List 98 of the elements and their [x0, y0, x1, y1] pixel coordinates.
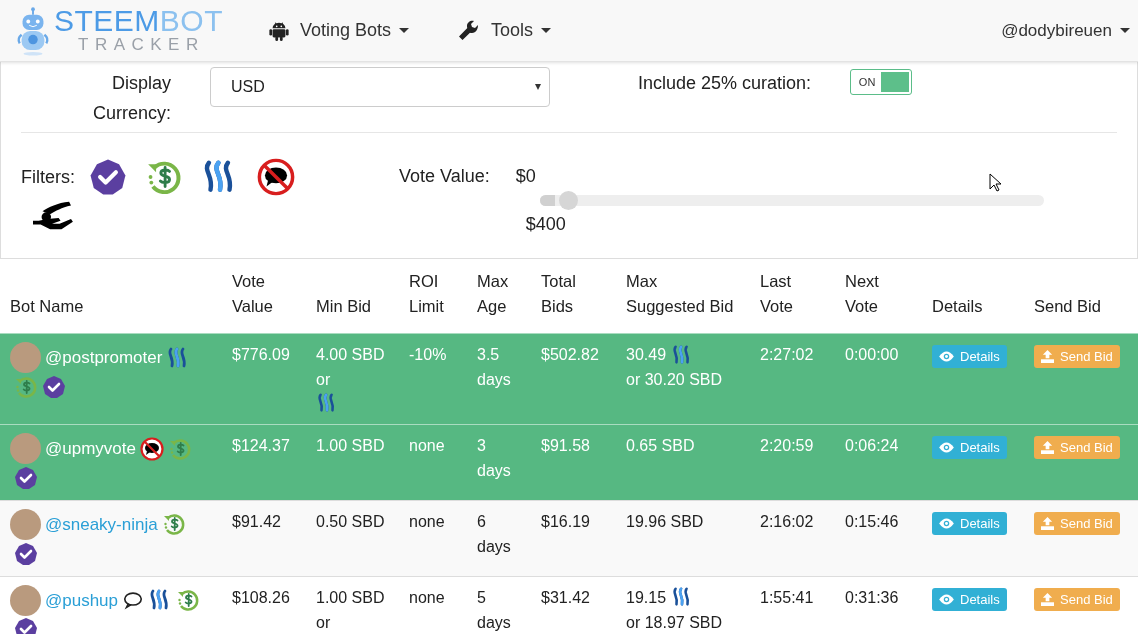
upload-icon	[1041, 592, 1054, 606]
table-cell-text: none	[409, 512, 445, 530]
speech-bubble-icon	[122, 589, 145, 612]
column-header: Bot Name	[0, 259, 222, 334]
dollar-refund-icon	[14, 374, 38, 399]
column-header: ROI Limit	[399, 259, 467, 334]
bot-name-link[interactable]: @postpromoter	[45, 348, 163, 367]
table-cell-text: $91.58	[541, 437, 590, 454]
column-header: Total Bids	[531, 259, 616, 334]
table-cell-text: 1.00 SBD	[316, 436, 385, 456]
table-cell-text: 0:15:46	[845, 512, 899, 530]
avatar-circle	[10, 508, 41, 540]
no-comment-icon	[139, 436, 164, 461]
logo-subtitle: TRACKER	[78, 34, 206, 55]
mouse-pointer-icon	[989, 173, 1001, 192]
caret-icon	[399, 28, 410, 33]
column-header: Max Age	[467, 259, 531, 334]
table-cell-text: $502.82	[541, 346, 599, 363]
verified-badge-icon	[42, 374, 66, 399]
table-cell-text: none	[409, 437, 445, 454]
table-cell-text: 5 days	[477, 588, 511, 631]
table-cell-text: or 30.20 SBD	[626, 370, 723, 390]
dollar-refund-icon	[167, 436, 192, 461]
send-bid-button[interactable]: Send Bid	[1034, 436, 1120, 459]
table-cell-text: $108.26	[232, 588, 290, 606]
table-cell-text: $124.37	[232, 437, 290, 454]
column-header: Last Vote	[750, 259, 835, 334]
column-header: Max Suggested Bid	[616, 259, 750, 334]
bot-name-link[interactable]: @upmyvote	[45, 439, 136, 458]
column-header: Min Bid	[306, 259, 399, 334]
caret-icon	[541, 28, 552, 33]
send-bid-button[interactable]: Send Bid	[1034, 511, 1120, 535]
upload-icon	[1041, 441, 1054, 454]
field-label: Display Currency:	[91, 72, 171, 125]
table-cell-text: $91.42	[232, 512, 281, 530]
avatar-circle	[10, 342, 41, 373]
range-max-label: $400	[525, 214, 566, 235]
caret-icon	[1120, 28, 1130, 33]
table-cell-text: 0.65 SBD	[626, 436, 695, 456]
upload-icon	[1041, 350, 1054, 363]
avatar-circle	[10, 584, 41, 616]
nav-menu[interactable]: Voting Bots	[268, 18, 410, 43]
table-cell-text: $31.42	[541, 588, 590, 606]
send-bid-button[interactable]: Send Bid	[1034, 345, 1120, 368]
table-cell-text: 1.00 SBD or	[316, 587, 386, 633]
table-cell-text: 4.00 SBD or	[316, 345, 386, 390]
eye-icon	[939, 351, 954, 362]
table-cell-text: 2:20:59	[760, 437, 814, 454]
table-cell-text: 0.50 SBD	[316, 511, 385, 532]
table-cell-text: 3.5 days	[477, 346, 511, 388]
user-menu[interactable]: @dodybireuen	[1001, 20, 1130, 41]
dollar-refund-icon	[176, 588, 201, 613]
column-header: Next Vote	[835, 259, 922, 334]
table-cell-text: -10%	[409, 346, 447, 363]
table-cell-text: 0:31:36	[845, 588, 899, 606]
bot-name-link[interactable]: @pushup	[45, 590, 119, 610]
logo-title: STEEMBOT	[54, 6, 224, 35]
dollar-refund-icon	[161, 512, 186, 537]
table-cell-text: none	[409, 588, 445, 606]
verified-badge-icon[interactable]	[89, 158, 127, 196]
column-header: Vote Value	[222, 259, 306, 334]
column-header: Details	[922, 259, 1024, 334]
eye-icon	[939, 442, 954, 453]
table-cell-text: 3 days	[477, 437, 511, 479]
table-cell-text: 0:00:00	[845, 346, 899, 363]
bot-name-link[interactable]: @sneaky-ninja	[45, 514, 158, 534]
eye-icon	[939, 593, 954, 605]
details-button[interactable]: Details	[932, 345, 1007, 368]
verified-badge-icon	[14, 465, 38, 490]
range-min-label: $0	[515, 166, 536, 187]
table-cell-text: 19.96 SBD	[626, 511, 704, 532]
table-cell-text: $776.09	[232, 346, 290, 363]
table-cell-text: $16.19	[541, 512, 590, 530]
toggle-switch[interactable]: ON	[850, 69, 913, 95]
nav-menu[interactable]: Tools	[457, 18, 552, 43]
currency-dropdown[interactable]: USD	[210, 67, 550, 107]
upload-icon	[1041, 516, 1054, 530]
field-label: Include 25% curation:	[638, 72, 812, 95]
table-cell-text: 2:16:02	[760, 512, 814, 530]
table-cell-text: 2:27:02	[760, 346, 814, 363]
table-cell-text: 1:55:41	[760, 588, 814, 606]
verified-badge-icon	[14, 541, 38, 566]
details-button[interactable]: Details	[932, 587, 1007, 611]
details-button[interactable]: Details	[932, 436, 1007, 459]
field-label: Vote Value:	[399, 166, 490, 187]
send-bid-button[interactable]: Send Bid	[1034, 587, 1120, 611]
table-cell-text: 30.49	[626, 345, 667, 365]
table-cell-text: 6 days	[477, 512, 511, 555]
column-header: Send Bid	[1024, 259, 1138, 334]
slider-handle[interactable]	[558, 191, 578, 210]
filters-label: Filters:	[21, 166, 75, 188]
table-cell-text: 19.15	[626, 587, 667, 608]
table-cell-text: or 18.97 SBD	[626, 612, 723, 633]
eye-icon	[939, 517, 954, 529]
no-comment-icon[interactable]	[257, 158, 295, 196]
table-cell-text: 0:06:24	[845, 437, 899, 454]
details-button[interactable]: Details	[932, 511, 1007, 535]
avatar-circle	[10, 433, 41, 464]
